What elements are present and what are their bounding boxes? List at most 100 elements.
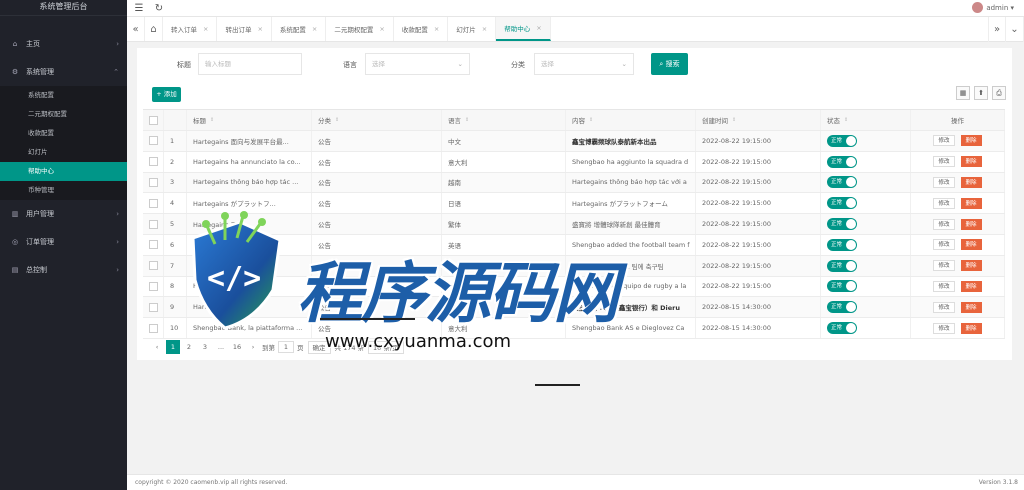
close-icon[interactable]: × xyxy=(312,25,317,33)
delete-button[interactable]: 删除 xyxy=(960,322,982,334)
delete-button[interactable]: 删除 xyxy=(960,280,982,292)
delete-button[interactable]: 删除 xyxy=(960,260,982,272)
row-checkbox-cell[interactable] xyxy=(143,234,164,255)
edit-button[interactable]: 修改 xyxy=(933,280,955,292)
add-button[interactable]: + 添加 xyxy=(152,87,181,102)
status-toggle[interactable]: 正常 xyxy=(827,280,857,293)
close-icon[interactable]: × xyxy=(536,24,541,32)
header-language[interactable]: 语言 ⇕ xyxy=(442,110,566,130)
sort-icon[interactable]: ⇕ xyxy=(465,117,469,123)
row-checkbox-cell[interactable] xyxy=(143,131,164,151)
checkbox[interactable] xyxy=(148,157,158,167)
checkbox[interactable] xyxy=(148,281,158,291)
user-menu[interactable]: admin ▾ xyxy=(972,2,1014,13)
delete-button[interactable]: 删除 xyxy=(960,301,982,313)
edit-button[interactable]: 修改 xyxy=(933,218,955,230)
header-content[interactable]: 内容 ⇕ xyxy=(566,110,696,130)
prev-page-button[interactable]: ‹ xyxy=(150,340,164,354)
close-icon[interactable]: × xyxy=(379,25,384,33)
tab-help-center[interactable]: 帮助中心 × xyxy=(496,17,551,41)
row-checkbox-cell[interactable] xyxy=(143,318,164,338)
edit-button[interactable]: 修改 xyxy=(933,239,955,251)
sidebar-item-home[interactable]: ⌂ 主页 › xyxy=(0,30,127,58)
checkbox[interactable] xyxy=(148,261,158,271)
edit-button[interactable]: 修改 xyxy=(933,176,955,188)
sort-icon[interactable]: ⇕ xyxy=(589,117,593,123)
sort-icon[interactable]: ⇕ xyxy=(732,117,736,123)
checkbox[interactable] xyxy=(148,219,158,229)
tab-system-config[interactable]: 系统配置 × xyxy=(272,17,327,41)
header-status[interactable]: 状态 ⇕ xyxy=(821,110,911,130)
edit-button[interactable]: 修改 xyxy=(933,135,955,147)
close-icon[interactable]: × xyxy=(434,25,439,33)
delete-button[interactable]: 删除 xyxy=(960,156,982,168)
delete-button[interactable]: 删除 xyxy=(960,239,982,251)
delete-button[interactable]: 删除 xyxy=(960,218,982,230)
header-title[interactable]: 标题 ⇕ xyxy=(187,110,312,130)
checkbox[interactable] xyxy=(148,115,158,125)
tab-payment-config[interactable]: 收款配置 × xyxy=(394,17,449,41)
checkbox[interactable] xyxy=(148,323,158,333)
tab-binary-options[interactable]: 二元期权配置 × xyxy=(326,17,394,41)
page-size-select[interactable]: 10 条/页 xyxy=(368,340,404,354)
checkbox[interactable] xyxy=(148,177,158,187)
edit-button[interactable]: 修改 xyxy=(933,260,955,272)
status-toggle[interactable]: 正常 xyxy=(827,322,857,335)
page-button[interactable]: 3 xyxy=(198,340,212,354)
select-all-checkbox[interactable] xyxy=(143,110,164,130)
delete-button[interactable]: 删除 xyxy=(960,197,982,209)
edit-button[interactable]: 修改 xyxy=(933,301,955,313)
edit-button[interactable]: 修改 xyxy=(933,322,955,334)
sidebar-subitem-system-config[interactable]: 系统配置 xyxy=(0,86,127,105)
sidebar-item-users[interactable]: ▥ 用户管理 › xyxy=(0,200,127,228)
status-toggle[interactable]: 正常 xyxy=(827,218,857,231)
menu-toggle-icon[interactable]: ☰ xyxy=(131,3,147,14)
header-created-time[interactable]: 创建时间 ⇕ xyxy=(696,110,821,130)
language-select[interactable]: 选择 ⌄ xyxy=(365,53,470,75)
category-select[interactable]: 选择 ⌄ xyxy=(534,53,634,75)
tab-transfer-in[interactable]: 转入订单 × xyxy=(163,17,218,41)
print-icon[interactable]: ⎙ xyxy=(992,86,1006,100)
edit-button[interactable]: 修改 xyxy=(933,197,955,209)
sidebar-subitem-slides[interactable]: 幻灯片 xyxy=(0,143,127,162)
title-search-input[interactable]: 输入标题 xyxy=(198,53,302,75)
status-toggle[interactable]: 正常 xyxy=(827,155,857,168)
row-checkbox-cell[interactable] xyxy=(143,193,164,214)
row-checkbox-cell[interactable] xyxy=(143,172,164,193)
sidebar-item-control[interactable]: ▤ 总控制 › xyxy=(0,256,127,284)
goto-confirm-button[interactable]: 确定 xyxy=(307,340,331,354)
status-toggle[interactable]: 正常 xyxy=(827,238,857,251)
row-checkbox-cell[interactable] xyxy=(143,297,164,318)
page-button[interactable]: 2 xyxy=(182,340,196,354)
close-icon[interactable]: × xyxy=(482,25,487,33)
sidebar-subitem-help-center[interactable]: 帮助中心 xyxy=(0,162,127,181)
sort-icon[interactable]: ⇕ xyxy=(210,117,214,123)
page-button[interactable]: 16 xyxy=(230,340,244,354)
sidebar-subitem-binary-options[interactable]: 二元期权配置 xyxy=(0,105,127,124)
edit-button[interactable]: 修改 xyxy=(933,156,955,168)
next-page-button[interactable]: › xyxy=(246,340,260,354)
tabs-home-icon[interactable]: ⌂ xyxy=(145,17,163,41)
columns-icon[interactable]: ▦ xyxy=(956,86,970,100)
delete-button[interactable]: 删除 xyxy=(960,135,982,147)
tab-transfer-out[interactable]: 转出订单 × xyxy=(217,17,272,41)
header-category[interactable]: 分类 ⇕ xyxy=(312,110,442,130)
delete-button[interactable]: 删除 xyxy=(960,176,982,188)
sidebar-subitem-payment-config[interactable]: 收款配置 xyxy=(0,124,127,143)
status-toggle[interactable]: 正常 xyxy=(827,301,857,314)
status-toggle[interactable]: 正常 xyxy=(827,259,857,272)
row-checkbox-cell[interactable] xyxy=(143,151,164,172)
row-checkbox-cell[interactable] xyxy=(143,276,164,297)
sidebar-subitem-currency[interactable]: 币种管理 xyxy=(0,181,127,200)
close-icon[interactable]: × xyxy=(257,25,262,33)
status-toggle[interactable]: 正常 xyxy=(827,197,857,210)
checkbox[interactable] xyxy=(148,198,158,208)
page-button[interactable]: 1 xyxy=(166,340,180,354)
tabs-more-icon[interactable]: ⌄ xyxy=(1006,17,1024,42)
goto-page-input[interactable]: 1 xyxy=(278,341,294,353)
checkbox[interactable] xyxy=(148,240,158,250)
search-button[interactable]: ⌕ 搜索 xyxy=(651,53,688,75)
sidebar-item-system[interactable]: ⚙ 系统管理 ⌃ xyxy=(0,58,127,86)
status-toggle[interactable]: 正常 xyxy=(827,176,857,189)
refresh-icon[interactable]: ↻ xyxy=(151,3,167,14)
